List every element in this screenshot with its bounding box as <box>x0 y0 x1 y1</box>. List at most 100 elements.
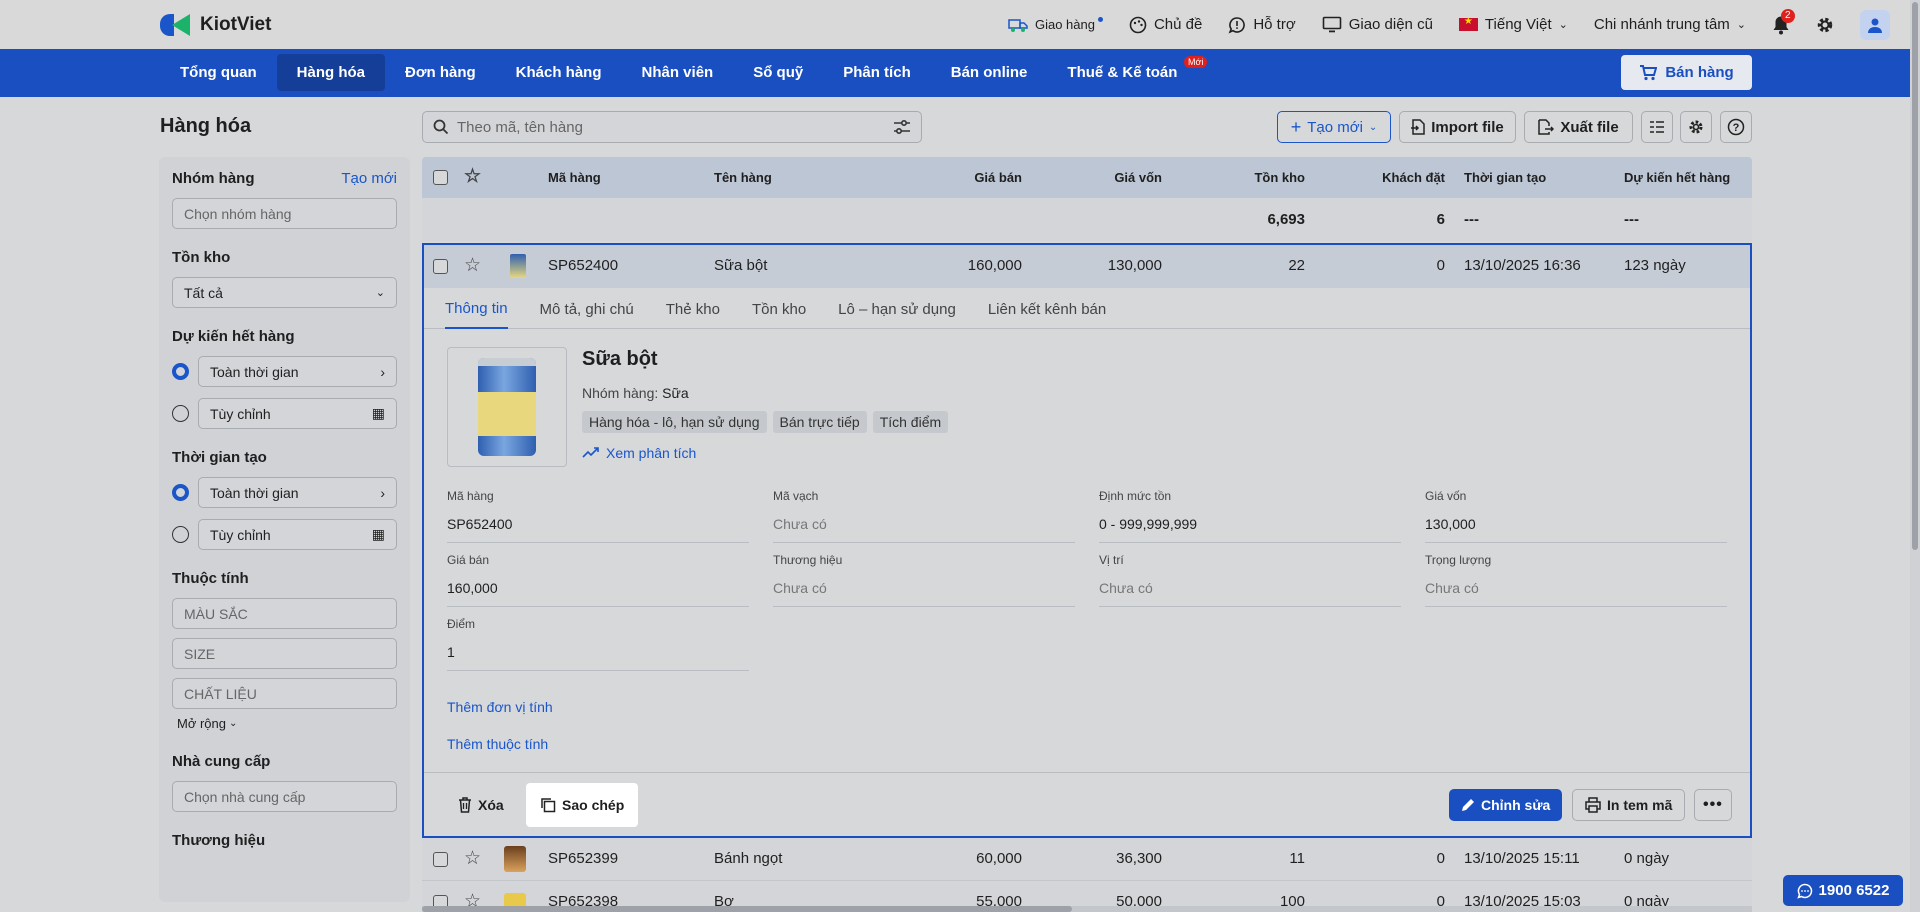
summary-row: 6,693 6 --- --- <box>422 198 1752 241</box>
star-outline-icon[interactable]: ☆ <box>464 165 481 188</box>
expiry-all-time-radio[interactable] <box>172 363 189 380</box>
tag-points: Tích điểm <box>872 411 949 433</box>
page-title: Hàng hóa <box>160 115 252 137</box>
chevron-right-icon: › <box>380 484 385 501</box>
expiry-custom-date[interactable]: Tùy chỉnh ▦ <box>198 398 397 429</box>
header-price[interactable]: Giá bán <box>974 170 1022 185</box>
header-created[interactable]: Thời gian tạo <box>1464 170 1546 185</box>
select-all-checkbox[interactable] <box>433 170 448 185</box>
export-file-button[interactable]: Xuất file <box>1524 111 1633 143</box>
expanded-product-panel: ☆ SP652400 Sữa bột 160,000 130,000 22 0 … <box>422 243 1752 838</box>
header-ordered[interactable]: Khách đặt <box>1382 170 1445 185</box>
brand-logo[interactable]: KiotViet <box>160 12 271 38</box>
tab-sales-channels[interactable]: Liên kết kênh bán <box>988 289 1106 329</box>
tab-stock-card[interactable]: Thẻ kho <box>666 289 720 329</box>
sell-button[interactable]: Bán hàng <box>1621 55 1752 90</box>
nav-analytics[interactable]: Phân tích <box>823 54 931 91</box>
support-link[interactable]: Hỗ trợ <box>1228 16 1296 34</box>
print-barcode-button[interactable]: In tem mã <box>1572 789 1686 821</box>
language-selector[interactable]: Tiếng Việt ⌄ <box>1458 16 1568 33</box>
attr-size-placeholder: SIZE <box>184 645 216 662</box>
created-custom-radio[interactable] <box>172 526 189 543</box>
copy-button[interactable]: Sao chép <box>526 783 639 827</box>
nav-customers[interactable]: Khách hàng <box>496 54 622 91</box>
filter-sidebar: Nhóm hàng Tạo mới Chọn nhóm hàng Tồn kho … <box>159 157 410 902</box>
product-search-input[interactable]: Theo mã, tên hàng <box>422 111 922 143</box>
nav-employees[interactable]: Nhân viên <box>622 54 734 91</box>
header-cost[interactable]: Giá vốn <box>1114 170 1162 185</box>
tab-batch-expiry[interactable]: Lô – hạn sử dụng <box>838 289 956 329</box>
create-new-button[interactable]: + Tạo mới ⌄ <box>1277 111 1391 143</box>
nav-cashbook[interactable]: Sổ quỹ <box>733 54 823 91</box>
row-ordered: 0 <box>1436 850 1445 867</box>
delete-button[interactable]: Xóa <box>444 783 518 827</box>
star-outline-icon[interactable]: ☆ <box>464 254 481 277</box>
horizontal-scrollbar[interactable] <box>422 906 1752 912</box>
more-options-button[interactable]: ••• <box>1694 789 1732 821</box>
import-file-button[interactable]: Import file <box>1399 111 1516 143</box>
row-checkbox[interactable] <box>433 852 448 867</box>
nav-tax-accounting[interactable]: Thuế & Kế toán Mới <box>1047 54 1208 91</box>
delivery-link[interactable]: Giao hàng <box>1008 17 1103 33</box>
branch-selector[interactable]: Chi nhánh trung tâm ⌄ <box>1594 16 1746 33</box>
group-select[interactable]: Chọn nhóm hàng <box>172 198 397 229</box>
row-created: 13/10/2025 16:36 <box>1464 257 1581 274</box>
supplier-select[interactable]: Chọn nhà cung cấp <box>172 781 397 812</box>
filter-sliders-icon[interactable] <box>893 119 911 135</box>
add-unit-link[interactable]: Thêm đơn vị tính <box>447 699 553 715</box>
table-settings-button[interactable] <box>1680 111 1712 143</box>
row-stock: 11 <box>1289 850 1305 867</box>
created-custom-date[interactable]: Tùy chỉnh ▦ <box>198 519 397 550</box>
vertical-scroll-thumb[interactable] <box>1912 2 1918 550</box>
tab-info[interactable]: Thông tin <box>445 289 508 329</box>
view-analytics-link[interactable]: Xem phân tích <box>582 445 696 461</box>
header-code[interactable]: Mã hàng <box>548 170 601 185</box>
supplier-placeholder: Chọn nhà cung cấp <box>184 788 306 805</box>
product-image[interactable] <box>447 347 567 467</box>
header-expiry[interactable]: Dự kiến hết hàng <box>1624 170 1730 185</box>
notifications-button[interactable]: 2 <box>1772 8 1795 35</box>
created-all-time-radio[interactable] <box>172 484 189 501</box>
create-group-link[interactable]: Tạo mới <box>341 170 397 187</box>
expand-attributes-link[interactable]: Mở rộng ⌄ <box>177 716 392 731</box>
row-checkbox[interactable] <box>433 259 448 274</box>
tab-description[interactable]: Mô tả, ghi chú <box>540 289 634 329</box>
attr-material-input[interactable]: CHẤT LIỆU <box>172 678 397 709</box>
theme-link[interactable]: Chủ đề <box>1129 16 1202 34</box>
horizontal-scroll-thumb[interactable] <box>422 906 1072 912</box>
settings-button[interactable] <box>1816 16 1834 34</box>
product-group: Nhóm hàng: Sữa <box>582 385 689 401</box>
chevron-down-icon: ⌄ <box>229 718 238 729</box>
nav-orders[interactable]: Đơn hàng <box>385 54 496 91</box>
column-toggle-button[interactable] <box>1641 111 1673 143</box>
user-avatar-button[interactable] <box>1860 9 1890 40</box>
field-barcode-label: Mã vạch <box>773 489 819 503</box>
created-all-time-select[interactable]: Toàn thời gian › <box>198 477 397 508</box>
group-filter-label: Nhóm hàng <box>172 170 255 187</box>
old-ui-link[interactable]: Giao diện cũ <box>1322 16 1433 34</box>
add-attribute-link[interactable]: Thêm thuộc tính <box>447 736 548 752</box>
theme-label: Chủ đề <box>1153 16 1203 33</box>
tab-inventory[interactable]: Tồn kho <box>752 289 806 329</box>
header-stock[interactable]: Tồn kho <box>1254 170 1305 185</box>
header-name[interactable]: Tên hàng <box>714 170 772 185</box>
stock-select[interactable]: Tất cả ⌄ <box>172 277 397 308</box>
hotline-button[interactable]: 1900 6522 <box>1783 875 1903 906</box>
nav-overview[interactable]: Tổng quan <box>160 54 277 91</box>
vertical-scrollbar[interactable] <box>1910 0 1920 912</box>
edit-button[interactable]: Chỉnh sửa <box>1449 789 1563 821</box>
expiry-all-time-select[interactable]: Toàn thời gian › <box>198 356 397 387</box>
nav-online-sales[interactable]: Bán online <box>931 54 1048 91</box>
help-button[interactable]: ? <box>1720 111 1752 143</box>
row-cost: 130,000 <box>1107 257 1162 274</box>
gear-icon <box>1817 17 1833 32</box>
attr-color-input[interactable]: MÀU SẮC <box>172 598 397 629</box>
expiry-custom-radio[interactable] <box>172 405 189 422</box>
table-row[interactable]: ☆ SP652399 Bánh ngọt 60,000 36,300 11 0 … <box>422 838 1752 881</box>
star-outline-icon[interactable]: ☆ <box>464 847 481 870</box>
nav-products[interactable]: Hàng hóa <box>276 54 385 91</box>
palette-icon <box>1129 16 1147 33</box>
attr-size-input[interactable]: SIZE <box>172 638 397 669</box>
export-file-label: Xuất file <box>1560 118 1619 136</box>
table-row-selected[interactable]: ☆ SP652400 Sữa bột 160,000 130,000 22 0 … <box>424 245 1750 288</box>
